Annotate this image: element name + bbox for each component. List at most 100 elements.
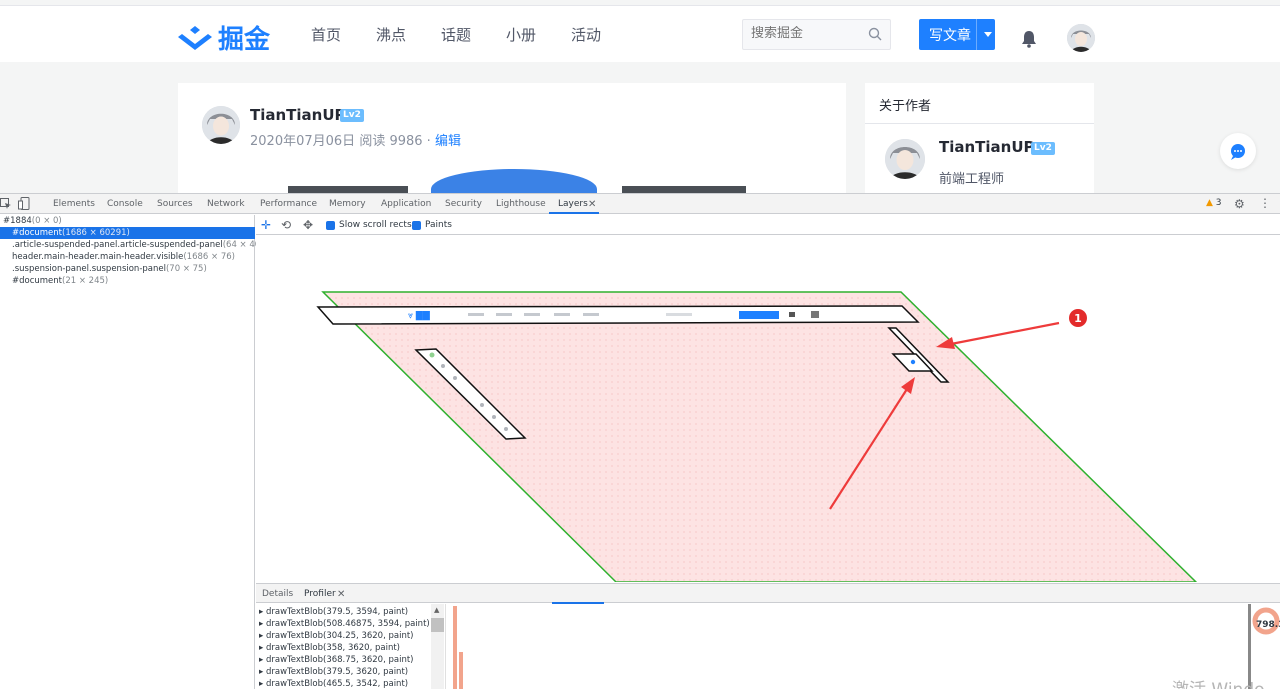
command-text: drawTextBlob(465.5, 3542, paint) bbox=[265, 679, 409, 689]
nav-pins[interactable]: 沸点 bbox=[376, 24, 406, 45]
juejin-logo[interactable]: 掘金 bbox=[178, 19, 270, 56]
profiler-row[interactable]: ▸ drawTextBlob(368.75, 3620, paint) bbox=[259, 654, 414, 666]
device-toolbar-icon[interactable] bbox=[18, 197, 30, 210]
warning-icon: ▲ bbox=[1206, 198, 1213, 208]
tree-row[interactable]: header.main-header.main-header.visible(1… bbox=[0, 251, 255, 263]
profiler-row[interactable]: ▸ drawTextBlob(379.5, 3594, paint) bbox=[259, 606, 408, 618]
level-badge: Lv2 bbox=[340, 109, 364, 122]
caret-down-icon[interactable] bbox=[984, 32, 992, 37]
edit-link[interactable]: 编辑 bbox=[435, 134, 461, 149]
header-layer[interactable]: ⩔ ▇▇ bbox=[316, 305, 920, 325]
search-box[interactable] bbox=[742, 19, 891, 50]
search-icon[interactable] bbox=[868, 27, 882, 41]
layer-name: #document bbox=[12, 276, 63, 286]
more-vertical-icon[interactable]: ⋮ bbox=[1259, 196, 1271, 210]
scroll-up-icon[interactable]: ▲ bbox=[434, 606, 439, 614]
publish-date: 2020年07月06日 bbox=[250, 134, 356, 149]
button-divider bbox=[976, 19, 977, 50]
gear-icon[interactable]: ⚙ bbox=[1234, 197, 1245, 211]
warnings-badge[interactable]: ▲ 3 bbox=[1206, 198, 1222, 208]
rotate-mode-icon[interactable]: ⟲ bbox=[281, 218, 291, 232]
profiler-row[interactable]: ▸ drawTextBlob(508.46875, 3594, paint) bbox=[259, 618, 430, 630]
document-layer[interactable] bbox=[321, 291, 1198, 582]
slow-scroll-rects-checkbox[interactable] bbox=[326, 221, 335, 230]
layer-name: header.main-header.main-header.visible bbox=[12, 252, 184, 262]
write-article-label: 写文章 bbox=[929, 28, 971, 44]
tree-row-selected[interactable]: #document(1686 × 60291) bbox=[0, 227, 255, 239]
tab-application[interactable]: Application bbox=[381, 199, 431, 209]
tab-sources[interactable]: Sources bbox=[157, 199, 193, 209]
avatar-image bbox=[202, 106, 240, 144]
close-tab-icon[interactable]: ✕ bbox=[588, 199, 596, 210]
profiler-row[interactable]: ▸ drawTextBlob(358, 3620, paint) bbox=[259, 642, 400, 654]
layers-3d-viewport[interactable]: ⩔ ▇▇ 1 bbox=[256, 236, 1280, 582]
tab-performance[interactable]: Performance bbox=[260, 199, 317, 209]
command-text: drawTextBlob(368.75, 3620, paint) bbox=[265, 655, 414, 665]
layers-3d-view[interactable]: ⩔ ▇▇ 1 bbox=[256, 236, 1280, 582]
timeline-bar bbox=[459, 652, 463, 689]
profiler-timeline[interactable] bbox=[445, 604, 1250, 689]
nav-topics[interactable]: 话题 bbox=[441, 24, 471, 45]
profiler-scrollbar[interactable]: ▲ bbox=[431, 604, 444, 689]
command-text: drawTextBlob(358, 3620, paint) bbox=[265, 643, 400, 653]
site-header: 掘金 首页 沸点 话题 小册 活动 写文章 bbox=[0, 5, 1280, 62]
pan-mode-icon[interactable]: ✛ bbox=[261, 218, 271, 232]
author-name[interactable]: TianTianUP bbox=[250, 106, 346, 124]
tree-row[interactable]: #document(21 × 245) bbox=[0, 275, 255, 287]
nav-events[interactable]: 活动 bbox=[571, 24, 601, 45]
inspect-element-icon[interactable] bbox=[0, 198, 12, 210]
search-input[interactable] bbox=[751, 26, 861, 41]
nav-books[interactable]: 小册 bbox=[506, 24, 536, 45]
command-text: drawTextBlob(508.46875, 3594, paint) bbox=[265, 619, 430, 629]
write-article-button[interactable]: 写文章 bbox=[919, 19, 995, 50]
tab-memory[interactable]: Memory bbox=[329, 199, 366, 209]
scrollbar-thumb[interactable] bbox=[431, 618, 444, 632]
slow-scroll-rects-label: Slow scroll rects bbox=[339, 220, 412, 230]
tab-console[interactable]: Console bbox=[107, 199, 143, 209]
logo-text: 掘金 bbox=[218, 25, 271, 55]
reset-transform-icon[interactable]: ✥ bbox=[303, 218, 313, 232]
tab-details[interactable]: Details bbox=[262, 589, 293, 599]
sidebar-author-avatar[interactable] bbox=[885, 139, 925, 179]
read-count: 阅读 9986 bbox=[359, 134, 423, 149]
profiler-command-list: ▸ drawTextBlob(379.5, 3594, paint) ▸ dra… bbox=[256, 604, 431, 689]
tab-lighthouse[interactable]: Lighthouse bbox=[496, 199, 546, 209]
profiler-row[interactable]: ▸ drawTextBlob(304.25, 3620, paint) bbox=[259, 630, 414, 642]
command-text: drawTextBlob(304.25, 3620, paint) bbox=[265, 631, 414, 641]
tab-layers[interactable]: Layers bbox=[558, 199, 588, 209]
layer-size: (21 × 245) bbox=[62, 276, 109, 286]
command-text: drawTextBlob(379.5, 3594, paint) bbox=[265, 607, 409, 617]
sidebar-title: 关于作者 bbox=[879, 99, 932, 114]
tab-network[interactable]: Network bbox=[207, 199, 245, 209]
nav-home[interactable]: 首页 bbox=[311, 24, 341, 45]
timeline-bar bbox=[453, 606, 457, 689]
bell-icon[interactable] bbox=[1020, 30, 1038, 48]
layer-size: (0 × 0) bbox=[31, 216, 62, 226]
layer-size: (70 × 75) bbox=[165, 264, 207, 274]
profiler-row[interactable]: ▸ drawTextBlob(379.5, 3620, paint) bbox=[259, 666, 408, 678]
divider bbox=[865, 123, 1094, 124]
tree-row[interactable]: .article-suspended-panel.article-suspend… bbox=[0, 239, 269, 251]
profiler-total: 798.3 bbox=[1256, 620, 1280, 630]
chat-bubble-icon bbox=[1231, 144, 1245, 160]
paints-checkbox[interactable] bbox=[412, 221, 421, 230]
close-tab-icon[interactable]: ✕ bbox=[337, 589, 345, 600]
tab-security[interactable]: Security bbox=[445, 199, 482, 209]
layers-toolbar: ✛ ⟲ ✥ Slow scroll rects Paints bbox=[256, 215, 1280, 235]
article-card: TianTianUP Lv2 2020年07月06日 阅读 9986 · 编辑 bbox=[178, 83, 846, 209]
meta-separator: · bbox=[426, 134, 431, 149]
profiler-row[interactable]: ▸ drawTextBlob(465.5, 3542, paint) bbox=[259, 678, 408, 689]
avatar-image bbox=[885, 139, 925, 179]
sidebar-author-name[interactable]: TianTianUP bbox=[939, 138, 1035, 156]
layer-size: (1686 × 60291) bbox=[62, 228, 130, 238]
chat-button[interactable] bbox=[1220, 133, 1256, 169]
tree-row[interactable]: #1884(0 × 0) bbox=[0, 215, 255, 227]
article-meta: 2020年07月06日 阅读 9986 · 编辑 bbox=[250, 130, 461, 149]
tree-row[interactable]: .suspension-panel.suspension-panel(70 × … bbox=[0, 263, 255, 275]
tab-elements[interactable]: Elements bbox=[53, 199, 95, 209]
tab-profiler[interactable]: Profiler bbox=[304, 589, 336, 599]
command-text: drawTextBlob(379.5, 3620, paint) bbox=[265, 667, 409, 677]
user-avatar[interactable] bbox=[1067, 24, 1095, 52]
author-avatar[interactable] bbox=[202, 106, 240, 144]
warning-count: 3 bbox=[1215, 198, 1222, 208]
